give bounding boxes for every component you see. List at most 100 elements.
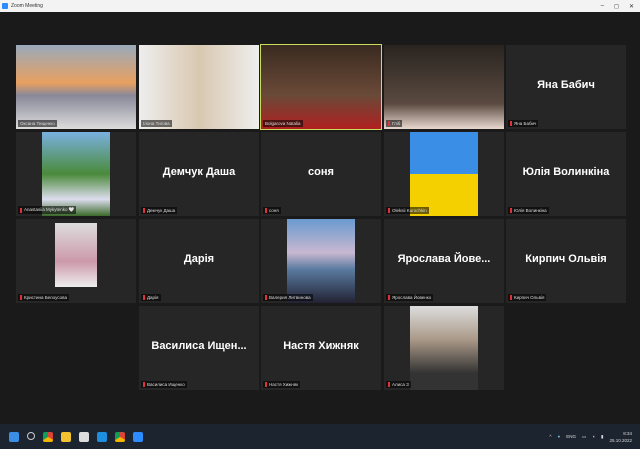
muted-mic-icon bbox=[388, 295, 390, 300]
participant-name-label: Яна Бабич bbox=[508, 120, 539, 127]
participant-tile[interactable]: Дарія Дарія bbox=[139, 219, 259, 303]
participant-tile[interactable]: Anastasiia Mykytenko 🤍 bbox=[16, 132, 136, 216]
participant-tile[interactable]: Кирпич Ольвія Кирпич Ольвія bbox=[506, 219, 626, 303]
participant-display-name: соня bbox=[308, 166, 334, 178]
participant-name: Валерия Литвинова bbox=[269, 295, 311, 300]
file-explorer-icon[interactable] bbox=[61, 431, 71, 442]
date: 25.10.2022 bbox=[609, 437, 632, 443]
participant-name: Алиса З bbox=[392, 382, 409, 387]
participant-tile[interactable]: Кристина Белоусова bbox=[16, 219, 136, 303]
minimize-button[interactable]: – bbox=[601, 3, 604, 10]
participant-tile[interactable]: Василиса Ищен... Василиса Ищенко bbox=[139, 306, 259, 390]
participant-display-name: Юлія Волинкіна bbox=[522, 166, 610, 178]
zoom-icon[interactable] bbox=[133, 431, 143, 442]
muted-mic-icon bbox=[388, 121, 390, 126]
participant-name-label: соня bbox=[263, 207, 281, 214]
muted-mic-icon bbox=[20, 295, 22, 300]
participant-name-label: Юлія Волинкіна bbox=[508, 207, 549, 214]
participant-name-label: Дарія bbox=[141, 294, 161, 301]
participant-display-name: Настя Хижняк bbox=[283, 340, 359, 352]
microphone-icon[interactable]: ● bbox=[558, 434, 561, 439]
language-indicator[interactable]: ENG bbox=[566, 434, 576, 439]
participant-name: Яна Бабич bbox=[514, 121, 537, 126]
muted-mic-icon bbox=[20, 207, 22, 213]
zoom-logo-icon bbox=[2, 3, 8, 9]
participant-name: Настя Хижняк bbox=[269, 382, 299, 387]
participant-tile[interactable]: Ярослава Йове... Ярослава Йовенко bbox=[384, 219, 504, 303]
participant-tile[interactable]: Оксана Тищенко bbox=[16, 45, 136, 129]
participant-name: Кристина Белоусова bbox=[24, 295, 67, 300]
participant-name: соня bbox=[269, 208, 279, 213]
time: 8:34 bbox=[623, 430, 632, 436]
participant-tile[interactable]: Алиса З bbox=[384, 306, 504, 390]
chevron-up-icon[interactable]: ^ bbox=[549, 434, 551, 439]
participant-video bbox=[261, 45, 381, 129]
participant-tile[interactable]: Настя Хижняк Настя Хижняк bbox=[261, 306, 381, 390]
participant-name: Юлія Волинкіна bbox=[514, 208, 547, 213]
participant-name: Oleksii Kurochkin bbox=[392, 208, 427, 213]
participant-tile[interactable]: соня соня bbox=[261, 132, 381, 216]
start-icon[interactable] bbox=[9, 431, 19, 442]
participant-display-name: Дарія bbox=[183, 253, 215, 265]
participant-tile[interactable]: Bolgarova Natalia bbox=[260, 44, 382, 130]
muted-mic-icon bbox=[510, 208, 512, 213]
taskbar: ^ ● ENG ▭ ◖ ▮ 8:34 25.10.2022 bbox=[0, 424, 640, 449]
participant-tile[interactable]: Ілона Тигова bbox=[139, 45, 259, 129]
participant-name-label: Oleksii Kurochkin bbox=[386, 207, 429, 214]
maximize-button[interactable]: ◻ bbox=[614, 3, 619, 10]
participant-name: Ярослава Йовенко bbox=[392, 295, 432, 300]
participant-name: Anastasiia Mykytenko 🤍 bbox=[24, 207, 75, 212]
participant-video bbox=[42, 132, 110, 216]
muted-mic-icon bbox=[265, 295, 267, 300]
participant-name: Кирпич Ольвія bbox=[514, 295, 545, 300]
participant-video bbox=[55, 223, 97, 287]
mail-icon[interactable] bbox=[97, 431, 107, 442]
participant-video bbox=[16, 45, 136, 129]
participant-name: Дарія bbox=[147, 295, 159, 300]
participant-video bbox=[410, 306, 478, 390]
participant-name-label: Оксана Тищенко bbox=[18, 120, 57, 127]
participant-video bbox=[139, 45, 259, 129]
participant-tile[interactable]: Валерия Литвинова bbox=[261, 219, 381, 303]
participant-name-label: Кирпич Ольвія bbox=[508, 294, 547, 301]
search-icon[interactable] bbox=[27, 431, 35, 440]
muted-mic-icon bbox=[388, 382, 390, 387]
participant-name-label: Валерия Литвинова bbox=[263, 294, 313, 301]
chrome-icon[interactable] bbox=[115, 431, 125, 442]
participant-name-label: Гліб bbox=[386, 120, 403, 127]
participant-display-name: Кирпич Ольвія bbox=[525, 253, 607, 265]
clock[interactable]: 8:34 25.10.2022 bbox=[609, 430, 632, 444]
muted-mic-icon bbox=[510, 121, 512, 126]
muted-mic-icon bbox=[143, 382, 145, 387]
participant-name-label: Демчук Даша bbox=[141, 207, 178, 214]
chrome-icon[interactable] bbox=[43, 431, 53, 442]
participant-video bbox=[410, 132, 478, 216]
participant-tile[interactable]: Юлія Волинкіна Юлія Волинкіна bbox=[506, 132, 626, 216]
participant-name: Bolgarova Natalia bbox=[265, 121, 301, 126]
store-icon[interactable] bbox=[79, 431, 89, 442]
participant-name: Гліб bbox=[392, 121, 401, 126]
participant-name-label: Алиса З bbox=[386, 381, 411, 388]
muted-mic-icon bbox=[143, 295, 145, 300]
participant-name-label: Кристина Белоусова bbox=[18, 294, 69, 301]
participant-name-label: Anastasiia Mykytenko 🤍 bbox=[18, 206, 77, 214]
participant-name-label: Настя Хижняк bbox=[263, 381, 301, 388]
participant-tile[interactable]: Гліб bbox=[384, 45, 504, 129]
participant-display-name: Ярослава Йове... bbox=[397, 253, 491, 265]
participant-name-label: Ярослава Йовенко bbox=[386, 294, 434, 301]
volume-icon[interactable]: ◖ bbox=[592, 434, 595, 439]
participant-tile[interactable]: Демчук Даша Демчук Даша bbox=[139, 132, 259, 216]
participant-display-name: Яна Бабич bbox=[537, 79, 595, 91]
muted-mic-icon bbox=[388, 208, 390, 213]
muted-mic-icon bbox=[265, 382, 267, 387]
participant-tile[interactable]: Яна Бабич Яна Бабич bbox=[506, 45, 626, 129]
participant-name: Демчук Даша bbox=[147, 208, 176, 213]
network-icon[interactable]: ▭ bbox=[582, 434, 586, 440]
participant-tile[interactable]: Oleksii Kurochkin bbox=[384, 132, 504, 216]
participant-display-name: Василиса Ищен... bbox=[151, 340, 247, 352]
window-title: Zoom Meeting bbox=[11, 3, 43, 9]
close-button[interactable]: ✕ bbox=[629, 3, 634, 10]
participant-video bbox=[287, 219, 355, 303]
participant-display-name: Демчук Даша bbox=[162, 166, 236, 178]
battery-icon[interactable]: ▮ bbox=[601, 434, 603, 440]
